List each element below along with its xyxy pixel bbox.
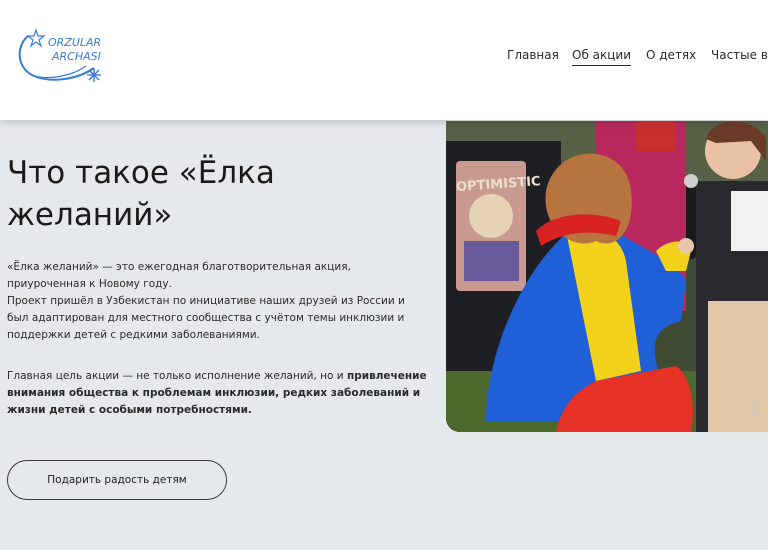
donate-button[interactable]: Подарить радость детям [7, 460, 227, 500]
nav-item-about[interactable]: Об акции [572, 48, 632, 66]
nav-item-home[interactable]: Главная [507, 48, 559, 62]
star-icon [26, 28, 46, 48]
main-nav: Главная Об акции О детях Частые во [0, 48, 768, 68]
intro-paragraph: «Ёлка желаний» — это ежегодная благотвор… [7, 259, 427, 344]
page-title: Что такое «Ёлка желаний» [7, 155, 275, 233]
goal-text: Главная цель акции — не только исполнени… [7, 370, 347, 382]
intro-line-2: Проект пришёл в Узбекистан по инициативе… [7, 295, 405, 341]
event-photo: OPTIMISTIC BAF [446, 121, 768, 432]
goal-paragraph: Главная цель акции — не только исполнени… [7, 368, 427, 419]
nav-item-children[interactable]: О детях [646, 48, 696, 62]
intro-line-1: «Ёлка желаний» — это ежегодная благотвор… [7, 261, 351, 290]
site-header: ORZULAR ARCHASI Главная Об акции О детях… [0, 0, 768, 120]
nav-item-faq[interactable]: Частые во [711, 48, 768, 62]
snowflake-icon [87, 68, 101, 82]
photo-side-text: BAF [749, 401, 759, 419]
